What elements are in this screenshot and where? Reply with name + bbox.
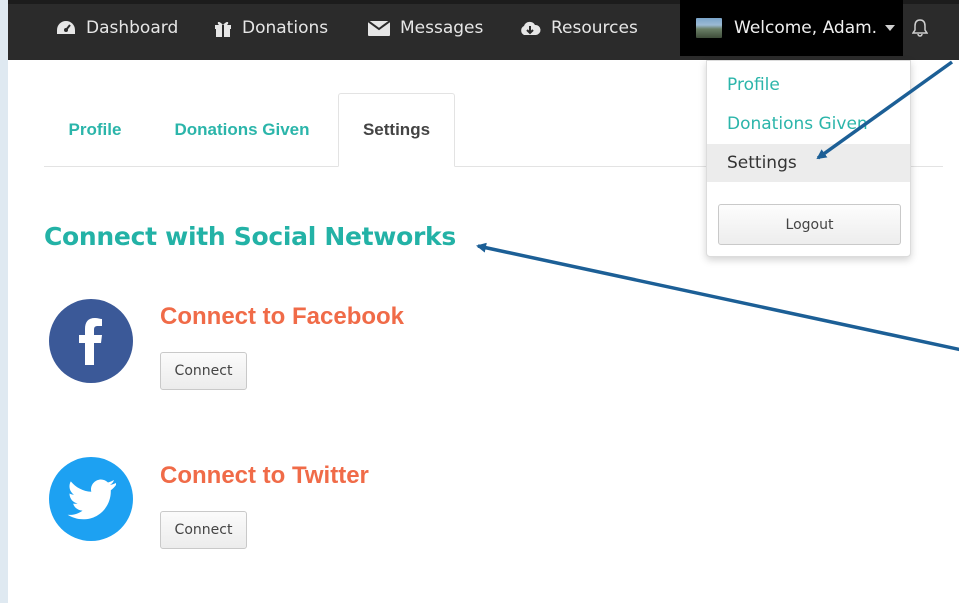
chevron-down-icon: [885, 25, 896, 31]
cloud-download-icon: [519, 20, 541, 36]
welcome-label: Welcome, Adam.: [734, 18, 878, 38]
user-dropdown-menu: Profile Donations Given Settings Logout: [706, 60, 911, 257]
facebook-icon: [49, 299, 133, 383]
avatar: [696, 18, 722, 38]
nav-dashboard[interactable]: Dashboard: [56, 0, 178, 56]
tab-profile-label: Profile: [68, 120, 122, 139]
envelope-icon: [368, 20, 390, 36]
facebook-connect-button[interactable]: Connect: [160, 352, 247, 390]
nav-resources[interactable]: Resources: [519, 0, 638, 56]
bell-icon[interactable]: [911, 18, 929, 42]
tachometer-icon: [56, 20, 76, 36]
page-title: Connect with Social Networks: [44, 222, 456, 251]
nav-resources-label: Resources: [551, 18, 638, 38]
nav-donations[interactable]: Donations: [214, 0, 328, 56]
logout-button[interactable]: Logout: [718, 204, 901, 245]
tab-donations-given[interactable]: Donations Given: [162, 93, 322, 167]
dropdown-item-settings[interactable]: Settings: [707, 144, 910, 182]
nav-messages[interactable]: Messages: [368, 0, 483, 56]
twitter-title: Connect to Twitter: [160, 462, 369, 489]
user-menu-toggle[interactable]: Welcome, Adam.: [680, 0, 903, 56]
nav-dashboard-label: Dashboard: [86, 18, 179, 38]
dropdown-item-profile[interactable]: Profile: [707, 66, 910, 104]
nav-messages-label: Messages: [400, 18, 484, 38]
tab-profile[interactable]: Profile: [56, 93, 134, 167]
tab-donations-given-label: Donations Given: [174, 120, 310, 139]
dropdown-item-donations-given[interactable]: Donations Given: [707, 105, 910, 143]
tab-settings-label: Settings: [362, 120, 431, 139]
twitter-connect-button[interactable]: Connect: [160, 511, 247, 549]
twitter-icon: [49, 457, 133, 541]
facebook-title: Connect to Facebook: [160, 303, 405, 330]
nav-donations-label: Donations: [242, 18, 329, 38]
gift-icon: [214, 20, 232, 37]
tab-settings[interactable]: Settings: [338, 93, 455, 167]
